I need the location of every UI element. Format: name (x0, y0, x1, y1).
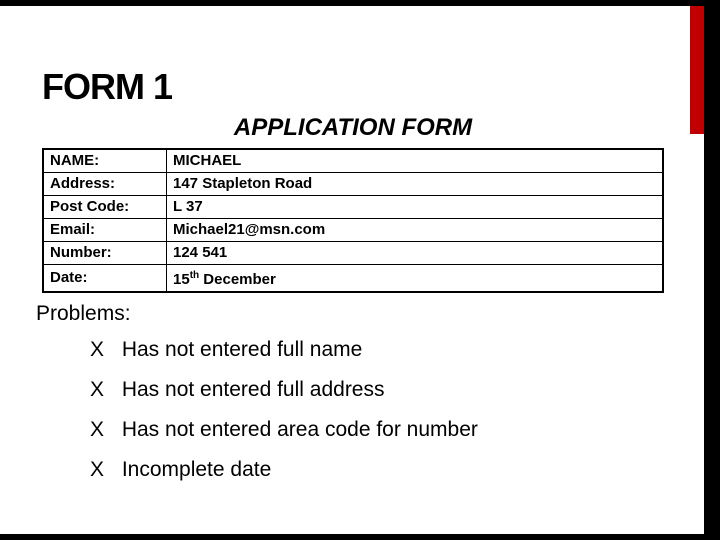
list-item: X Has not entered full name (90, 338, 478, 362)
table-row: Date:15th December (43, 265, 663, 293)
field-label: Date: (43, 265, 167, 293)
table-row: Address:147 Stapleton Road (43, 173, 663, 196)
field-value: L 37 (167, 196, 664, 219)
problem-text: Incomplete date (116, 458, 271, 481)
table-row: Email:Michael21@msn.com (43, 219, 663, 242)
form-title-container: APPLICATION FORM (42, 114, 664, 142)
application-form-table: NAME:MICHAELAddress:147 Stapleton RoadPo… (42, 148, 664, 293)
problem-text: Has not entered area code for number (116, 418, 478, 441)
field-label: NAME: (43, 149, 167, 173)
table-row: NAME:MICHAEL (43, 149, 663, 173)
problems-heading: Problems: (36, 302, 131, 326)
field-value: 124 541 (167, 242, 664, 265)
problem-mark: X (90, 338, 116, 362)
field-label: Address: (43, 173, 167, 196)
table-row: Post Code:L 37 (43, 196, 663, 219)
slide: FORM 1 APPLICATION FORM NAME:MICHAELAddr… (0, 6, 704, 534)
list-item: X Incomplete date (90, 458, 478, 482)
form-title: APPLICATION FORM (234, 114, 472, 141)
field-value: 147 Stapleton Road (167, 173, 664, 196)
problem-mark: X (90, 418, 116, 442)
page-title: FORM 1 (42, 66, 172, 108)
field-label: Email: (43, 219, 167, 242)
problem-mark: X (90, 458, 116, 482)
table-row: Number:124 541 (43, 242, 663, 265)
field-value: MICHAEL (167, 149, 664, 173)
accent-bar (690, 6, 704, 134)
problem-text: Has not entered full name (116, 338, 362, 361)
field-value: 15th December (167, 265, 664, 293)
list-item: X Has not entered area code for number (90, 418, 478, 442)
field-label: Number: (43, 242, 167, 265)
problem-text: Has not entered full address (116, 378, 385, 401)
problems-list: X Has not entered full nameX Has not ent… (90, 338, 478, 498)
field-label: Post Code: (43, 196, 167, 219)
list-item: X Has not entered full address (90, 378, 478, 402)
problem-mark: X (90, 378, 116, 402)
form-table-body: NAME:MICHAELAddress:147 Stapleton RoadPo… (43, 149, 663, 292)
field-value: Michael21@msn.com (167, 219, 664, 242)
